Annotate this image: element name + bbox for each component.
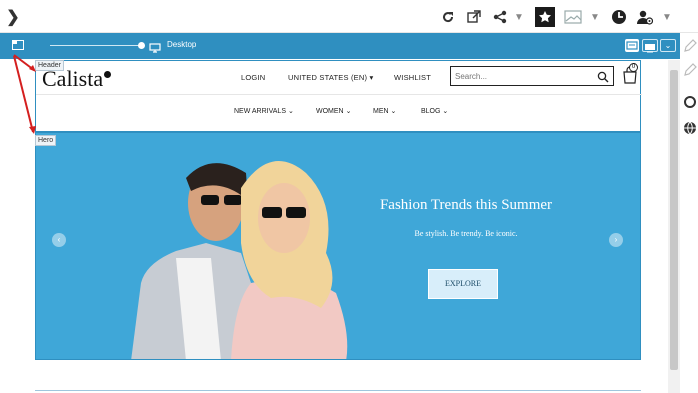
chevron-down-icon: ⌄ bbox=[287, 108, 294, 115]
nav-women-label: WOMEN bbox=[316, 108, 344, 115]
right-panel bbox=[680, 33, 698, 393]
hero-next-arrow-icon[interactable]: › bbox=[609, 233, 623, 247]
content-divider bbox=[35, 390, 641, 391]
header-component[interactable]: Calista LOGIN UNITED STATES (EN) ▾ WISHL… bbox=[35, 60, 642, 132]
nav-men-label: MEN bbox=[373, 108, 389, 115]
chevron-down-icon: ⌄ bbox=[345, 108, 352, 115]
width-slider-thumb[interactable] bbox=[138, 42, 145, 49]
login-link[interactable]: LOGIN bbox=[241, 73, 265, 82]
wishlist-link[interactable]: WISHLIST bbox=[394, 73, 431, 82]
nav-blog-label: BLOG bbox=[421, 108, 441, 115]
canvas-scrollbar[interactable] bbox=[668, 60, 680, 393]
globe-icon[interactable] bbox=[683, 121, 697, 135]
hero-tag[interactable]: Hero bbox=[35, 135, 57, 146]
open-external-icon[interactable] bbox=[466, 7, 482, 27]
app-root: ❯ ▼ ▼ ▼ Desktop ⌄ Calista LOGIN UNITED S… bbox=[0, 0, 698, 393]
user-dropdown-icon[interactable]: ▼ bbox=[662, 7, 672, 27]
star-icon bbox=[539, 11, 551, 23]
user-settings-icon[interactable] bbox=[636, 7, 654, 27]
nav-blog[interactable]: BLOG ⌄ bbox=[421, 107, 448, 115]
site-search-box[interactable] bbox=[450, 66, 614, 86]
hero-title: Fashion Trends this Summer bbox=[379, 197, 553, 213]
hero-subtitle: Be stylish. Be trendy. Be iconic. bbox=[414, 229, 518, 238]
hero-image bbox=[131, 161, 348, 359]
nav-women[interactable]: WOMEN ⌄ bbox=[316, 107, 351, 115]
toggle-outline-button[interactable] bbox=[12, 40, 24, 50]
device-bar: Desktop ⌄ bbox=[0, 33, 680, 59]
header-tag[interactable]: Header bbox=[35, 60, 64, 71]
refresh-icon[interactable] bbox=[440, 7, 456, 27]
expand-glyph: ❯ bbox=[6, 9, 20, 26]
hero-explore-button[interactable]: EXPLORE bbox=[428, 269, 498, 299]
width-slider-track[interactable] bbox=[50, 45, 142, 46]
favorite-star-button[interactable] bbox=[535, 7, 555, 27]
hero-prev-arrow-icon[interactable]: ‹ bbox=[52, 233, 66, 247]
nav-new-arrivals[interactable]: NEW ARRIVALS ⌄ bbox=[234, 107, 294, 115]
scrollbar-thumb[interactable] bbox=[670, 70, 678, 370]
image-icon[interactable] bbox=[563, 7, 583, 27]
hero-component[interactable]: ‹ › Fashion Trends this Summer Be stylis… bbox=[35, 132, 641, 360]
mode-dropdown-icon[interactable]: ⌄ bbox=[660, 39, 676, 52]
cart-icon[interactable]: 0 bbox=[622, 63, 638, 84]
chevron-down-icon: ⌄ bbox=[442, 108, 449, 115]
layout-mode-button[interactable] bbox=[642, 39, 658, 53]
region-selector[interactable]: UNITED STATES (EN) ▾ bbox=[288, 73, 373, 82]
site-search-input[interactable] bbox=[455, 70, 585, 83]
cart-count-badge: 0 bbox=[629, 63, 638, 72]
share-dropdown-icon[interactable]: ▼ bbox=[514, 7, 524, 27]
region-chevron-icon: ▾ bbox=[369, 73, 374, 82]
edit-pencil-icon[interactable] bbox=[683, 39, 697, 53]
image-dropdown-icon[interactable]: ▼ bbox=[590, 7, 600, 27]
header-divider bbox=[36, 94, 642, 95]
share-icon[interactable] bbox=[492, 7, 508, 27]
top-toolbar: ❯ ▼ ▼ ▼ bbox=[0, 0, 698, 33]
link-icon[interactable] bbox=[683, 95, 697, 109]
logo-mark-icon bbox=[104, 71, 112, 78]
device-label: Desktop bbox=[167, 40, 197, 49]
page-canvas: Calista LOGIN UNITED STATES (EN) ▾ WISHL… bbox=[35, 60, 642, 360]
preview-mode-button[interactable] bbox=[625, 39, 639, 52]
login-label: LOGIN bbox=[241, 73, 266, 82]
nav-men[interactable]: MEN ⌄ bbox=[373, 107, 396, 115]
clock-icon[interactable] bbox=[610, 7, 628, 27]
explore-button-label: EXPLORE bbox=[445, 279, 481, 288]
edit-pencil-2-icon[interactable] bbox=[683, 63, 697, 77]
nav-new-arrivals-label: NEW ARRIVALS bbox=[234, 108, 286, 115]
expand-icon[interactable]: ❯ bbox=[6, 7, 20, 27]
desktop-icon bbox=[149, 40, 161, 53]
search-icon[interactable] bbox=[597, 70, 609, 83]
region-label: UNITED STATES (EN) bbox=[288, 73, 368, 82]
chevron-down-icon: ⌄ bbox=[390, 108, 397, 115]
wishlist-label: WISHLIST bbox=[394, 73, 432, 82]
